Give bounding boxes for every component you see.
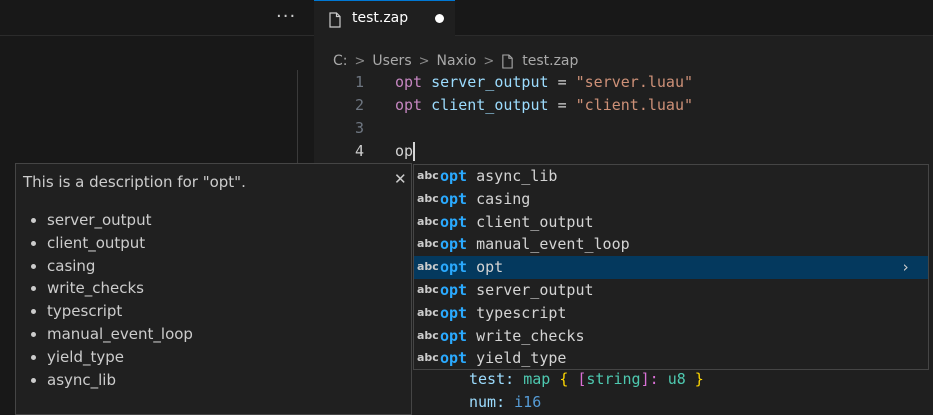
- text-icon: abc: [417, 283, 439, 296]
- list-item: async_lib: [47, 369, 193, 392]
- suggestion-label: client_output: [476, 212, 594, 231]
- unsaved-dot-icon[interactable]: [435, 14, 444, 23]
- match-highlight: opt: [440, 235, 468, 254]
- suggestion-label: async_lib: [476, 167, 558, 185]
- list-item: casing: [47, 255, 193, 278]
- type-name: i16: [514, 393, 542, 411]
- more-actions-icon[interactable]: ···: [276, 6, 296, 27]
- chevron-right-icon: >: [354, 53, 366, 69]
- suggestion-label: casing: [476, 189, 531, 208]
- list-item: yield_type: [47, 346, 193, 369]
- breadcrumb-item-naxio[interactable]: Naxio: [437, 53, 477, 69]
- suggestion-casing[interactable]: abc opt casing: [414, 188, 928, 211]
- line-number: 3: [354, 119, 364, 137]
- list-item: client_output: [47, 232, 193, 255]
- tab-test-zap[interactable]: test.zap: [314, 0, 455, 37]
- type-name: map: [523, 370, 551, 388]
- operator: =: [557, 73, 567, 91]
- tab-bar: ··· test.zap: [0, 0, 933, 37]
- bracket: {: [559, 370, 569, 388]
- text-cursor: [413, 142, 416, 161]
- type-name: string: [586, 370, 641, 388]
- file-icon: [328, 12, 342, 32]
- suggestion-label: opt: [476, 258, 504, 277]
- option-name: client_output: [431, 96, 549, 114]
- suggestion-server-output[interactable]: abc opt server_output: [414, 279, 928, 302]
- string-value: "client.luau": [575, 96, 694, 114]
- suggestion-label: server_output: [476, 281, 594, 299]
- suggestion-manual-event-loop[interactable]: abc opt manual_event_loop: [414, 233, 928, 256]
- chevron-right-icon: >: [483, 53, 495, 69]
- keyword: opt: [395, 73, 423, 91]
- details-description: This is a description for "opt".: [23, 173, 246, 191]
- breadcrumb: C: > Users > Naxio > test.zap: [333, 50, 578, 72]
- breadcrumb-item-file[interactable]: test.zap: [522, 53, 578, 69]
- match-highlight: opt: [440, 258, 468, 277]
- breadcrumb-item-users[interactable]: Users: [372, 53, 411, 69]
- chevron-right-icon: >: [418, 53, 430, 69]
- suggest-details-panel: This is a description for "opt". ✕ serve…: [15, 163, 412, 415]
- operator: =: [557, 96, 567, 114]
- suggestion-opt-selected[interactable]: abc opt opt ›: [414, 256, 928, 279]
- line-number: 2: [354, 96, 364, 114]
- code-line[interactable]: 2 opt client_output = "client.luau": [314, 94, 933, 117]
- text-icon: abc: [417, 214, 439, 228]
- string-value: "server.luau": [575, 73, 694, 91]
- suggestion-label: typescript: [476, 303, 567, 322]
- details-list: server_output client_output casing write…: [16, 209, 193, 391]
- text-icon: abc: [417, 191, 439, 205]
- suggestion-yield-type[interactable]: abc opt yield_type: [414, 347, 928, 370]
- list-item: write_checks: [47, 277, 193, 300]
- text-icon: abc: [417, 237, 439, 251]
- list-item: server_output: [47, 209, 193, 232]
- line-number: 1: [354, 73, 364, 91]
- match-highlight: opt: [440, 212, 468, 231]
- tab-label: test.zap: [352, 10, 409, 26]
- bracket: }: [694, 370, 704, 388]
- bracket: ]:: [640, 370, 659, 388]
- code-line-active[interactable]: 4 op: [314, 140, 933, 163]
- list-item: typescript: [47, 300, 193, 323]
- text-icon: abc: [417, 351, 439, 365]
- indent-guide: [297, 70, 298, 170]
- match-highlight: opt: [440, 189, 468, 208]
- breadcrumb-item-drive[interactable]: C:: [333, 53, 348, 69]
- text-icon: abc: [417, 328, 439, 342]
- text-icon: abc: [417, 260, 439, 274]
- suggestion-client-output[interactable]: abc opt client_output: [414, 211, 928, 234]
- match-highlight: opt: [440, 326, 468, 345]
- option-name: server_output: [431, 73, 549, 91]
- chevron-right-icon[interactable]: ›: [901, 256, 910, 279]
- match-highlight: opt: [440, 281, 468, 299]
- close-icon[interactable]: ✕: [394, 170, 407, 188]
- list-item: manual_event_loop: [47, 323, 193, 346]
- typed-text: op: [395, 142, 414, 160]
- match-highlight: opt: [440, 349, 468, 368]
- line-number: 4: [354, 142, 364, 160]
- text-icon: abc: [417, 169, 439, 182]
- field-name: test:: [469, 370, 515, 388]
- type-name: u8: [667, 370, 686, 388]
- field-name: num:: [469, 393, 506, 411]
- suggestion-label: manual_event_loop: [476, 235, 630, 254]
- match-highlight: opt: [440, 303, 468, 322]
- suggestion-label: yield_type: [476, 349, 567, 368]
- suggestion-label: write_checks: [476, 326, 585, 345]
- code-line[interactable]: 1 opt server_output = "server.luau": [314, 71, 933, 94]
- suggestion-async-lib[interactable]: abc opt async_lib: [414, 165, 928, 188]
- suggest-widget: abc opt async_lib abc opt casing abc opt…: [413, 164, 929, 370]
- suggestion-typescript[interactable]: abc opt typescript: [414, 302, 928, 325]
- match-highlight: opt: [440, 167, 468, 185]
- keyword: opt: [395, 96, 423, 114]
- code-line[interactable]: 3: [314, 117, 933, 140]
- file-icon: [501, 53, 514, 69]
- text-icon: abc: [417, 305, 439, 319]
- suggestion-write-checks[interactable]: abc opt write_checks: [414, 325, 928, 348]
